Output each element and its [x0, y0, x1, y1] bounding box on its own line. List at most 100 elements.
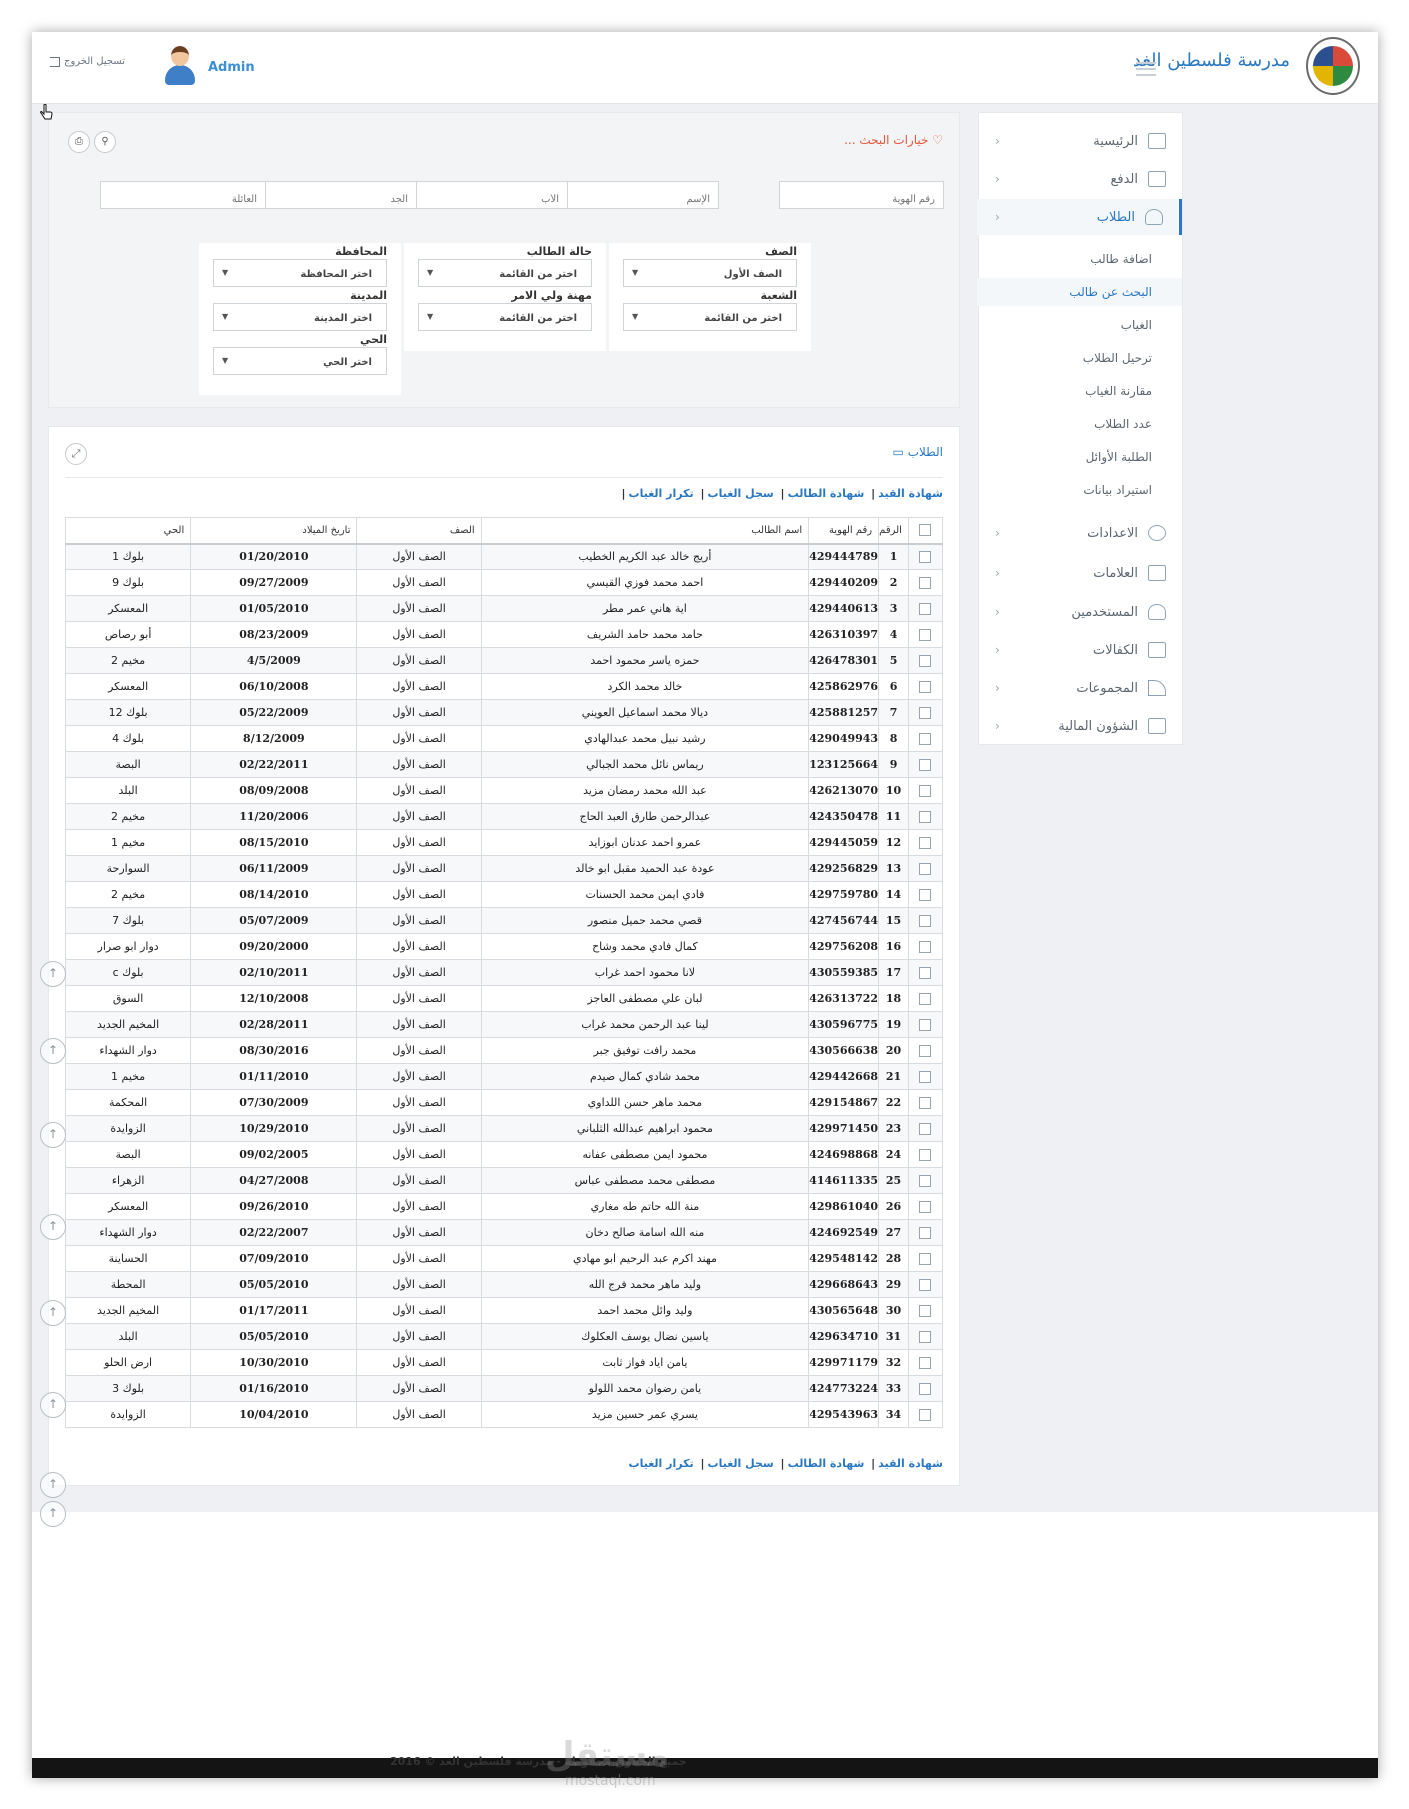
- table-row[interactable]: 29 429668643 وليد ماهر محمد فرج الله الصف ا…: [64, 1271, 944, 1298]
- table-row[interactable]: 9 123125664 ريماس نائل محمد الجبالي الصف ال…: [64, 751, 944, 778]
- school-name[interactable]: مدرسة فلسطين الغد: [1133, 50, 1290, 71]
- row-select-cell[interactable]: [907, 1349, 944, 1376]
- table-row[interactable]: 1 429444789 أريج خالد عبد الكريم الخطيب الص…: [64, 543, 944, 570]
- student-certificate-link[interactable]: شهادة الطالب: [788, 1457, 865, 1470]
- row-select-cell[interactable]: [907, 1375, 944, 1402]
- column-header-name[interactable]: اسم الطالب: [480, 517, 810, 545]
- scroll-top-button[interactable]: ↑: [40, 1501, 66, 1527]
- row-checkbox[interactable]: [919, 1305, 932, 1317]
- row-select-cell[interactable]: [907, 751, 944, 778]
- row-checkbox[interactable]: [919, 733, 932, 745]
- admin-avatar[interactable]: [163, 46, 197, 86]
- sidebar-item-groups[interactable]: المجموعات ‹: [977, 670, 1182, 706]
- row-select-cell[interactable]: [907, 1401, 944, 1428]
- expand-button[interactable]: ⤢: [65, 443, 87, 465]
- row-select-cell[interactable]: [907, 1141, 944, 1168]
- row-checkbox[interactable]: [919, 1071, 932, 1083]
- column-header-dob[interactable]: تاريخ الميلاد: [190, 517, 358, 545]
- row-checkbox[interactable]: [919, 889, 932, 901]
- scroll-top-button[interactable]: ↑: [40, 961, 66, 987]
- sidebar-item-home[interactable]: الرئيسية ‹: [977, 123, 1182, 159]
- scroll-top-button[interactable]: ↑: [40, 1392, 66, 1418]
- row-checkbox[interactable]: [919, 1149, 932, 1161]
- row-select-cell[interactable]: [907, 699, 944, 726]
- column-header-district[interactable]: الحي: [64, 517, 192, 545]
- row-checkbox[interactable]: [919, 915, 932, 927]
- sidebar-item-students[interactable]: الطلاب ‹: [977, 199, 1182, 235]
- column-header-num[interactable]: الرقم: [878, 517, 909, 545]
- table-row[interactable]: 22 429154867 محمد ماهر حسن اللداوي الصف الأ…: [64, 1089, 944, 1116]
- row-checkbox[interactable]: [919, 1409, 932, 1421]
- row-checkbox[interactable]: [919, 993, 932, 1005]
- absence-record-link[interactable]: سجل الغياب: [708, 1457, 774, 1470]
- sidebar-subitem-add-student[interactable]: اضافة طالب: [977, 245, 1182, 273]
- row-checkbox[interactable]: [919, 1045, 932, 1057]
- row-checkbox[interactable]: [919, 681, 932, 693]
- table-row[interactable]: 28 429548142 مهند اكرم عبد الرحيم ابو مهاد…: [64, 1245, 944, 1272]
- enrollment-certificate-link[interactable]: شهادة القيد: [878, 1457, 943, 1470]
- table-row[interactable]: 19 430596775 لينا عبد الرحمن محمد غراب الصف…: [64, 1011, 944, 1038]
- row-checkbox[interactable]: [919, 1253, 932, 1265]
- row-checkbox[interactable]: [919, 837, 932, 849]
- print-button[interactable]: ⎙: [68, 131, 90, 153]
- table-row[interactable]: 4 426310397 حامد محمد حامد الشريف الصف الأو…: [64, 621, 944, 648]
- row-select-cell[interactable]: [907, 725, 944, 752]
- table-row[interactable]: 17 430559385 لانا محمود احمد غراب الصف الأو…: [64, 959, 944, 986]
- table-row[interactable]: 32 429971179 يامن اياد فواز ثابت الصف الأول…: [64, 1349, 944, 1376]
- scroll-top-button[interactable]: ↑: [40, 1300, 66, 1326]
- table-row[interactable]: 16 429756208 كمال فادي محمد وشاح الصف الأول…: [64, 933, 944, 960]
- row-select-cell[interactable]: [907, 1323, 944, 1350]
- row-select-cell[interactable]: [907, 803, 944, 830]
- sidebar-item-grades[interactable]: العلامات ‹: [977, 555, 1182, 591]
- row-select-cell[interactable]: [907, 1089, 944, 1116]
- admin-name[interactable]: Admin: [208, 60, 255, 75]
- governorate-select[interactable]: اختر المحافظة ▼: [213, 259, 387, 287]
- sidebar-subitem-compare-absence[interactable]: مقارنة الغياب: [977, 377, 1182, 405]
- table-row[interactable]: 30 430565648 وليد وائل محمد احمد الصف الأول…: [64, 1297, 944, 1324]
- table-row[interactable]: 24 424698868 محمود ايمن مصطفى عفانه الصف ال…: [64, 1141, 944, 1168]
- row-checkbox[interactable]: [919, 603, 932, 615]
- table-row[interactable]: 21 429442668 محمد شادي كمال صيدم الصف الأول…: [64, 1063, 944, 1090]
- table-row[interactable]: 15 427456744 قصي محمد حميل منصور الصف الأول…: [64, 907, 944, 934]
- table-row[interactable]: 12 429445059 عمرو احمد عدنان ابوزايد الصف ا…: [64, 829, 944, 856]
- row-select-cell[interactable]: [907, 1037, 944, 1064]
- table-row[interactable]: 3 429440613 اية هاني عمر مطر الصف الأول 01/0…: [64, 595, 944, 622]
- row-checkbox[interactable]: [919, 785, 932, 797]
- father-name-input[interactable]: [416, 181, 568, 209]
- row-select-cell[interactable]: [907, 881, 944, 908]
- row-checkbox[interactable]: [919, 629, 932, 641]
- row-select-cell[interactable]: [907, 1167, 944, 1194]
- grandfather-name-input[interactable]: [265, 181, 417, 209]
- row-checkbox[interactable]: [919, 1019, 932, 1031]
- table-row[interactable]: 18 426313722 لبان علي مصطفى العاجز الصف الأ…: [64, 985, 944, 1012]
- row-select-cell[interactable]: [907, 1219, 944, 1246]
- table-row[interactable]: 33 424773224 يامن رضوان محمد اللولو الصف ال…: [64, 1375, 944, 1402]
- row-checkbox[interactable]: [919, 655, 932, 667]
- row-select-cell[interactable]: [907, 829, 944, 856]
- id-number-input[interactable]: [779, 181, 944, 209]
- row-select-cell[interactable]: [907, 1245, 944, 1272]
- row-checkbox[interactable]: [919, 1227, 932, 1239]
- sidebar-item-users[interactable]: المستخدمين ‹: [977, 594, 1182, 630]
- row-select-cell[interactable]: [907, 647, 944, 674]
- absence-repeat-link[interactable]: تكرار الغياب: [629, 1457, 694, 1470]
- row-select-cell[interactable]: [907, 1271, 944, 1298]
- family-name-input[interactable]: [100, 181, 266, 209]
- scroll-top-button[interactable]: ↑: [40, 1472, 66, 1498]
- row-checkbox[interactable]: [919, 1123, 932, 1135]
- table-row[interactable]: 25 414611335 مصطفى محمد مصطفى عباس الصف الأ…: [64, 1167, 944, 1194]
- row-select-cell[interactable]: [907, 673, 944, 700]
- row-checkbox[interactable]: [919, 967, 932, 979]
- row-select-cell[interactable]: [907, 1011, 944, 1038]
- scroll-top-button[interactable]: ↑: [40, 1214, 66, 1240]
- row-select-cell[interactable]: [907, 907, 944, 934]
- sidebar-subitem-import-data[interactable]: استيراد بيانات: [977, 476, 1182, 504]
- row-checkbox[interactable]: [919, 1279, 932, 1291]
- menu-toggle-icon[interactable]: [1136, 62, 1156, 76]
- absence-repeat-link[interactable]: تكرار الغياب: [629, 487, 694, 500]
- table-row[interactable]: 23 429971450 محمود ابراهيم عبدالله الثلبان…: [64, 1115, 944, 1142]
- row-checkbox[interactable]: [919, 1201, 932, 1213]
- absence-record-link[interactable]: سجل الغياب: [708, 487, 774, 500]
- row-checkbox[interactable]: [919, 759, 932, 771]
- guardian-job-select[interactable]: اختر من القائمة ▼: [418, 303, 592, 331]
